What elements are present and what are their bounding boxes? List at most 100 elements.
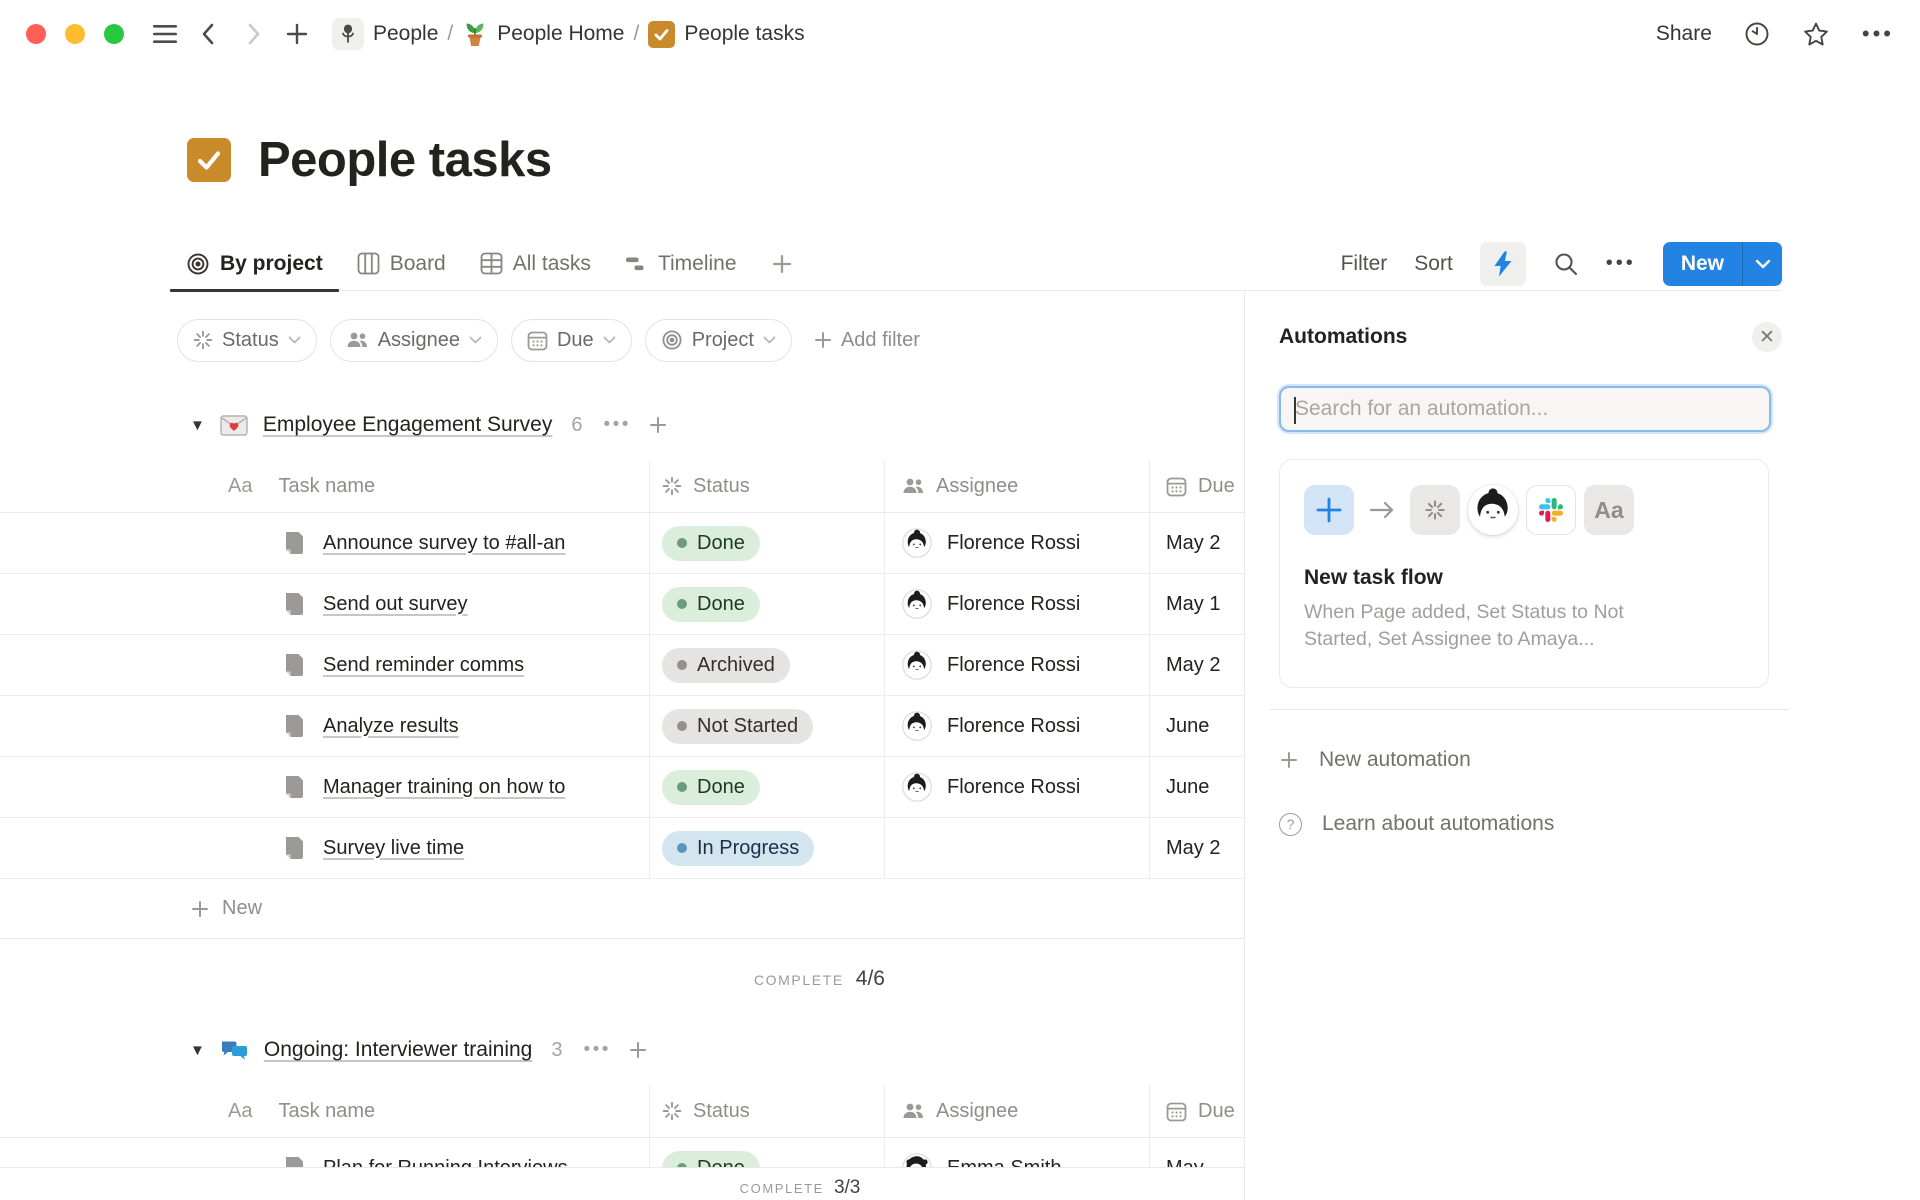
view-more-icon[interactable]: ••• [1606,252,1636,275]
table-header: Aa Task name Status Assignee Due [0,460,1244,513]
assignee[interactable]: Florence Rossi [902,650,1080,680]
text-aa-icon: Aa [1584,485,1634,535]
filter-bar: Status Assignee Due Project [177,318,1244,362]
filter-button[interactable]: Filter [1341,252,1388,276]
filter-chip-status[interactable]: Status [177,319,317,362]
column-header-assignee[interactable]: Assignee [885,1085,1150,1137]
group-title[interactable]: Ongoing: Interviewer training [264,1038,532,1062]
group-add-icon[interactable] [628,1040,648,1060]
breadcrumb-label: People Home [497,22,624,46]
status-pill[interactable]: In Progress [662,831,814,866]
chevron-down-icon [469,336,482,344]
group-add-icon[interactable] [648,415,668,435]
history-clock-icon[interactable] [1744,21,1770,47]
breadcrumb-separator: / [633,22,639,46]
more-options-icon[interactable]: ••• [1862,21,1894,47]
collapse-triangle-icon[interactable]: ▼ [190,417,205,434]
avatar [902,711,932,741]
automation-template-card[interactable]: Aa New task flow When Page added, Set St… [1279,459,1769,688]
due-date[interactable]: June [1166,776,1209,799]
group-summary[interactable]: COMPLETE 4/6 [0,939,885,1011]
group-title[interactable]: Employee Engagement Survey [263,413,553,437]
assignee[interactable]: Florence Rossi [902,711,1080,741]
automation-card-title: New task flow [1304,566,1744,590]
zoom-window-button[interactable] [104,24,124,44]
assignee[interactable]: Florence Rossi [902,528,1080,558]
avatar [902,528,932,558]
sidebar-menu-icon[interactable] [148,17,182,51]
assignee[interactable]: Florence Rossi [902,589,1080,619]
due-date[interactable]: June [1166,715,1209,738]
task-title[interactable]: Manager training on how to [323,776,565,799]
back-icon[interactable] [192,17,226,51]
task-title[interactable]: Analyze results [323,715,459,738]
new-button[interactable]: New [1663,242,1742,286]
group-summary[interactable]: COMPLETE 3/3 [740,1177,861,1199]
column-header-status[interactable]: Status [650,1085,885,1137]
page-orange-check-icon[interactable] [187,138,231,182]
add-filter-button[interactable]: Add filter [813,329,920,352]
page-icon [282,835,306,861]
group-more-icon[interactable]: ••• [583,1039,610,1061]
assignee[interactable]: Florence Rossi [902,772,1080,802]
tab-timeline[interactable]: Timeline [625,237,737,291]
tab-by-project[interactable]: By project [186,237,323,291]
group-more-icon[interactable]: ••• [603,414,630,436]
assignee-empty[interactable] [885,818,1150,878]
collapse-triangle-icon[interactable]: ▼ [190,1042,205,1059]
column-header-due[interactable]: Due [1150,1085,1244,1137]
tab-board[interactable]: Board [357,237,446,291]
new-automation-button[interactable]: New automation [1279,734,1782,786]
task-title[interactable]: Send out survey [323,593,468,616]
breadcrumb-people[interactable]: People [332,18,438,50]
learn-about-automations-link[interactable]: ? Learn about automations [1279,798,1782,850]
column-header-due[interactable]: Due [1150,460,1244,512]
automation-card-description: When Page added, Set Status to Not Start… [1304,599,1744,653]
column-header-task[interactable]: Aa Task name [0,1085,650,1137]
minimize-window-button[interactable] [65,24,85,44]
new-tab-icon[interactable] [280,17,314,51]
search-icon[interactable] [1553,251,1579,277]
automation-search-input[interactable] [1281,388,1769,430]
task-title[interactable]: Survey live time [323,837,464,860]
close-window-button[interactable] [26,24,46,44]
people-icon [346,331,369,349]
table-header: Aa Task name Status Assignee Due [0,1085,1244,1138]
tab-all-tasks[interactable]: All tasks [480,237,591,291]
breadcrumb-people-tasks[interactable]: People tasks [648,21,804,48]
status-pill[interactable]: Done [662,770,760,805]
page-body: Status Assignee Due Project [0,291,1920,1200]
filter-chip-assignee[interactable]: Assignee [330,319,498,362]
column-header-task[interactable]: Aa Task name [0,460,650,512]
sort-button[interactable]: Sort [1414,252,1453,276]
share-button[interactable]: Share [1656,22,1712,46]
close-icon[interactable]: ✕ [1752,322,1782,352]
new-task-row[interactable]: New [0,879,1244,939]
due-date[interactable]: May 2 [1166,532,1220,555]
column-header-status[interactable]: Status [650,460,885,512]
status-pill[interactable]: Done [662,587,760,622]
avatar [902,650,932,680]
new-dropdown-chevron-icon[interactable] [1742,242,1782,286]
page-icon [282,530,306,556]
favorite-star-icon[interactable] [1802,21,1830,48]
breadcrumb-people-home[interactable]: People Home [462,20,624,48]
panel-divider [1269,709,1789,710]
add-view-icon[interactable] [771,237,793,291]
breadcrumb-label: People [373,22,438,46]
due-date[interactable]: May 2 [1166,654,1220,677]
column-header-assignee[interactable]: Assignee [885,460,1150,512]
status-pill[interactable]: Archived [662,648,790,683]
task-row: Survey live time In Progress May 2 [0,818,1244,879]
filter-chip-due[interactable]: Due [511,319,632,362]
status-pill[interactable]: Done [662,526,760,561]
breadcrumb-separator: / [447,22,453,46]
due-date[interactable]: May 2 [1166,837,1220,860]
task-title[interactable]: Send reminder comms [323,654,524,677]
forward-icon[interactable] [236,17,270,51]
automations-lightning-icon[interactable] [1480,242,1526,286]
task-title[interactable]: Announce survey to #all-an [323,532,565,555]
status-pill[interactable]: Not Started [662,709,813,744]
due-date[interactable]: May 1 [1166,593,1220,616]
filter-chip-project[interactable]: Project [645,319,792,362]
